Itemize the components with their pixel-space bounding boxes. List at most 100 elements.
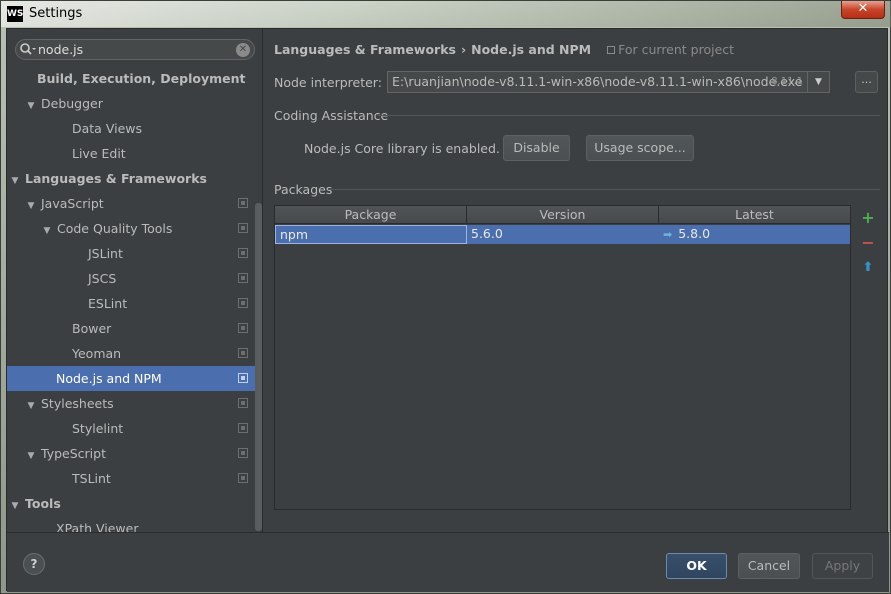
sidebar-item-stylelint[interactable]: Stylelint [7, 416, 255, 441]
remove-package-icon[interactable]: − [861, 235, 875, 251]
project-copy-icon [238, 323, 248, 333]
breadcrumb-current: Node.js and NPM [471, 42, 592, 57]
sidebar-item-label: JSCS [88, 271, 117, 286]
sidebar-item-jscs[interactable]: JSCS [7, 266, 255, 291]
project-copy-icon [238, 398, 248, 408]
project-scope-note: For current project [607, 42, 734, 57]
table-header: Package Version Latest [275, 206, 850, 224]
sidebar-item-label: JSLint [88, 246, 123, 261]
interpreter-combo[interactable]: E:\ruanjian\node-v8.11.1-win-x86\node-v8… [387, 71, 830, 93]
sidebar-item-live-edit[interactable]: Live Edit [7, 141, 255, 166]
core-library-status: Node.js Core library is enabled. [304, 141, 500, 156]
sidebar-item-yeoman[interactable]: Yeoman [7, 341, 255, 366]
column-header-latest[interactable]: Latest [659, 206, 850, 224]
update-available-icon: ➡ [663, 228, 673, 241]
sidebar-item-jslint[interactable]: JSLint [7, 241, 255, 266]
sidebar-item-label: Live Edit [72, 146, 126, 161]
project-copy-icon [238, 198, 248, 208]
sidebar-item-label: Tools [25, 496, 61, 511]
settings-tree: Build, Execution, Deployment ▼ Debugger Dat… [7, 67, 255, 532]
webstorm-app-icon: WS [7, 6, 23, 22]
browse-interpreter-button[interactable]: ... [855, 71, 878, 93]
tree-scrollbar[interactable] [255, 203, 262, 531]
sidebar-item-node-js-and-npm[interactable]: Node.js and NPM [7, 366, 255, 391]
column-header-package[interactable]: Package [275, 206, 467, 224]
sidebar-item-label: Stylelint [72, 421, 124, 436]
project-copy-icon [607, 46, 616, 54]
sidebar-item-data-views[interactable]: Data Views [7, 116, 255, 141]
sidebar-item-label: Bower [72, 321, 112, 336]
sidebar-item-label: XPath Viewer [56, 521, 139, 532]
interpreter-label: Node interpreter: [274, 75, 382, 90]
packages-toolbar: + − ⬆ [857, 205, 879, 510]
usage-scope-button[interactable]: Usage scope... [586, 135, 694, 161]
packages-table[interactable]: Package Version Latest npm 5.6.0 ➡ 5.8.0 [274, 205, 851, 510]
project-copy-icon [238, 423, 248, 433]
disable-button[interactable]: Disable [503, 135, 570, 161]
sidebar-item-label: Debugger [41, 96, 103, 111]
table-row[interactable]: npm 5.6.0 ➡ 5.8.0 [275, 225, 850, 244]
sidebar-item-eslint[interactable]: ESLint [7, 291, 255, 316]
breadcrumb: Languages & Frameworks › Node.js and NPM F… [274, 42, 734, 57]
sidebar-item-label: TypeScript [41, 446, 106, 461]
packages-divider [328, 189, 880, 190]
coding-assistance-label: Coding Assistance [274, 108, 389, 123]
dialog-content: ✕ Build, Execution, Deployment▼DebuggerD… [6, 28, 889, 592]
sidebar-item-label: Data Views [72, 121, 142, 136]
project-copy-icon [238, 298, 248, 308]
dialog-footer: ? OK Cancel Apply [7, 532, 889, 592]
upgrade-package-icon[interactable]: ⬆ [861, 261, 875, 275]
sidebar-item-label: JavaScript [41, 196, 104, 211]
search-box[interactable]: ✕ [15, 39, 255, 60]
title-bar[interactable]: WS Settings ✕ [1, 1, 891, 27]
sidebar-item-code-quality-tools[interactable]: ▼ Code Quality Tools [7, 216, 255, 241]
sidebar-item-tools[interactable]: ▼ Tools [7, 491, 255, 516]
help-icon[interactable]: ? [23, 553, 45, 575]
sidebar-item-label: Build, Execution, Deployment [37, 71, 246, 86]
sidebar-item-label: Node.js and NPM [56, 371, 162, 386]
sidebar-item-xpath-viewer[interactable]: XPath Viewer [7, 516, 255, 532]
settings-tree-panel: ✕ Build, Execution, Deployment▼DebuggerD… [7, 29, 263, 532]
sidebar-item-label: ESLint [88, 296, 128, 311]
project-copy-icon [238, 448, 248, 458]
sidebar-item-label: Languages & Frameworks [25, 171, 207, 186]
cell-latest: ➡ 5.8.0 [659, 225, 850, 244]
sidebar-item-label: Yeoman [72, 346, 122, 361]
sidebar-item-debugger[interactable]: ▼ Debugger [7, 91, 255, 116]
interpreter-path: E:\ruanjian\node-v8.11.1-win-x86\node-v8… [392, 74, 803, 89]
clear-icon[interactable]: ✕ [236, 43, 250, 57]
sidebar-item-stylesheets[interactable]: ▼ Stylesheets [7, 391, 255, 416]
node-npm-settings-panel: Languages & Frameworks › Node.js and NPM F… [264, 29, 889, 532]
sidebar-item-tslint[interactable]: TSLint [7, 466, 255, 491]
project-copy-icon [238, 223, 248, 233]
apply-button[interactable]: Apply [812, 553, 873, 579]
project-copy-icon [238, 373, 248, 383]
ok-button[interactable]: OK [666, 553, 727, 579]
sidebar-item-bower[interactable]: Bower [7, 316, 255, 341]
add-package-icon[interactable]: + [861, 210, 875, 226]
window-title: Settings [29, 6, 83, 21]
scope-label: For current project [618, 42, 735, 57]
chevron-down-icon[interactable]: ▼ [807, 72, 829, 92]
sidebar-item-typescript[interactable]: ▼ TypeScript [7, 441, 255, 466]
project-copy-icon [238, 273, 248, 283]
settings-window: WS Settings ✕ ✕ Build, Execution, Deploy… [0, 0, 891, 594]
sidebar-item-languages-frameworks[interactable]: ▼ Languages & Frameworks [7, 166, 255, 191]
sidebar-item-label: Stylesheets [41, 396, 114, 411]
cancel-button[interactable]: Cancel [738, 553, 800, 579]
cell-package: npm [275, 225, 467, 244]
sidebar-item-build-execution-deployment[interactable]: Build, Execution, Deployment [7, 67, 255, 91]
sidebar-item-label: Code Quality Tools [57, 221, 173, 236]
sidebar-item-label: TSLint [72, 471, 111, 486]
cell-version: 5.6.0 [471, 226, 503, 241]
interpreter-version: 8.11.1 [771, 76, 803, 87]
project-copy-icon [238, 248, 248, 258]
search-input[interactable] [38, 41, 228, 58]
search-icon [19, 42, 37, 58]
close-button[interactable]: ✕ [841, 1, 885, 19]
project-copy-icon [238, 348, 248, 358]
column-header-version[interactable]: Version [467, 206, 659, 224]
sidebar-item-javascript[interactable]: ▼ JavaScript [7, 191, 255, 216]
breadcrumb-separator: › [460, 42, 467, 57]
packages-label: Packages [274, 182, 333, 197]
